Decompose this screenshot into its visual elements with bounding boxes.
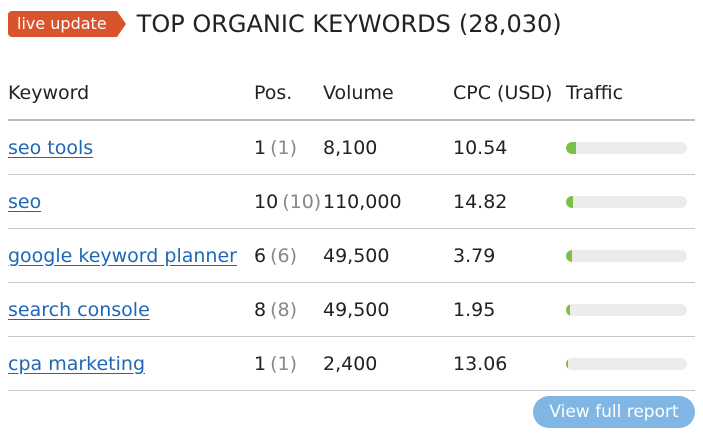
widget-header: live update TOP ORGANIC KEYWORDS (28,030) (8, 9, 562, 39)
column-header-keyword: Keyword (8, 81, 90, 104)
traffic-cell (566, 337, 687, 390)
previous-position: (8) (270, 298, 298, 321)
volume-cell: 49,500 (323, 298, 390, 321)
keyword-link[interactable]: seo tools (8, 137, 93, 159)
table-row: google keyword planner 6 (6) 49,500 3.79 (8, 229, 695, 283)
table-row: search console 8 (8) 49,500 1.95 (8, 283, 695, 337)
widget-title: TOP ORGANIC KEYWORDS (28,030) (137, 10, 562, 38)
traffic-cell (566, 175, 687, 228)
position-value: 1 (254, 136, 267, 159)
traffic-cell (566, 121, 687, 174)
volume-cell: 110,000 (323, 190, 402, 213)
table-header-row: Keyword Pos. Volume CPC (USD) Traffic (8, 66, 695, 121)
keyword-link[interactable]: seo (8, 191, 41, 213)
position-value: 6 (254, 244, 267, 267)
column-header-cpc: CPC (USD) (453, 81, 553, 104)
traffic-bar (566, 195, 687, 208)
traffic-bar (566, 303, 687, 316)
cpc-cell: 3.79 (453, 244, 496, 267)
cpc-cell: 13.06 (453, 352, 508, 375)
volume-cell: 2,400 (323, 352, 378, 375)
previous-position: (1) (270, 136, 298, 159)
volume-cell: 49,500 (323, 244, 390, 267)
cpc-cell: 14.82 (453, 190, 508, 213)
cpc-cell: 1.95 (453, 298, 496, 321)
table-row: seo tools 1 (1) 8,100 10.54 (8, 121, 695, 175)
keywords-table: Keyword Pos. Volume CPC (USD) Traffic se… (8, 66, 695, 391)
view-full-report-button[interactable]: View full report (533, 396, 695, 428)
previous-position: (1) (270, 352, 298, 375)
volume-cell: 8,100 (323, 136, 378, 159)
position-cell: 10 (10) (254, 175, 321, 228)
traffic-bar-fill (566, 195, 574, 208)
traffic-cell (566, 229, 687, 282)
position-cell: 8 (8) (254, 283, 297, 336)
column-header-volume: Volume (323, 81, 394, 104)
position-value: 8 (254, 298, 267, 321)
traffic-bar-fill (566, 249, 573, 262)
traffic-bar-fill (566, 141, 576, 154)
cpc-cell: 10.54 (453, 136, 508, 159)
traffic-bar-fill (566, 303, 571, 316)
position-value: 1 (254, 352, 267, 375)
table-row: cpa marketing 1 (1) 2,400 13.06 (8, 337, 695, 391)
position-cell: 1 (1) (254, 121, 297, 174)
live-update-badge: live update (8, 11, 126, 37)
traffic-bar (566, 141, 687, 154)
column-header-pos: Pos. (254, 81, 293, 104)
keyword-link[interactable]: search console (8, 299, 150, 321)
position-cell: 6 (6) (254, 229, 297, 282)
table-row: seo 10 (10) 110,000 14.82 (8, 175, 695, 229)
keyword-link[interactable]: google keyword planner (8, 245, 237, 267)
traffic-bar (566, 357, 687, 370)
previous-position: (6) (270, 244, 298, 267)
traffic-cell (566, 283, 687, 336)
keyword-link[interactable]: cpa marketing (8, 353, 145, 375)
keyword-count: (28,030) (458, 10, 562, 38)
previous-position: (10) (282, 190, 322, 213)
traffic-bar-fill (566, 357, 569, 370)
column-header-traffic: Traffic (566, 81, 624, 104)
widget-title-text: TOP ORGANIC KEYWORDS (136, 10, 451, 38)
traffic-bar (566, 249, 687, 262)
position-value: 10 (254, 190, 279, 213)
position-cell: 1 (1) (254, 337, 297, 390)
